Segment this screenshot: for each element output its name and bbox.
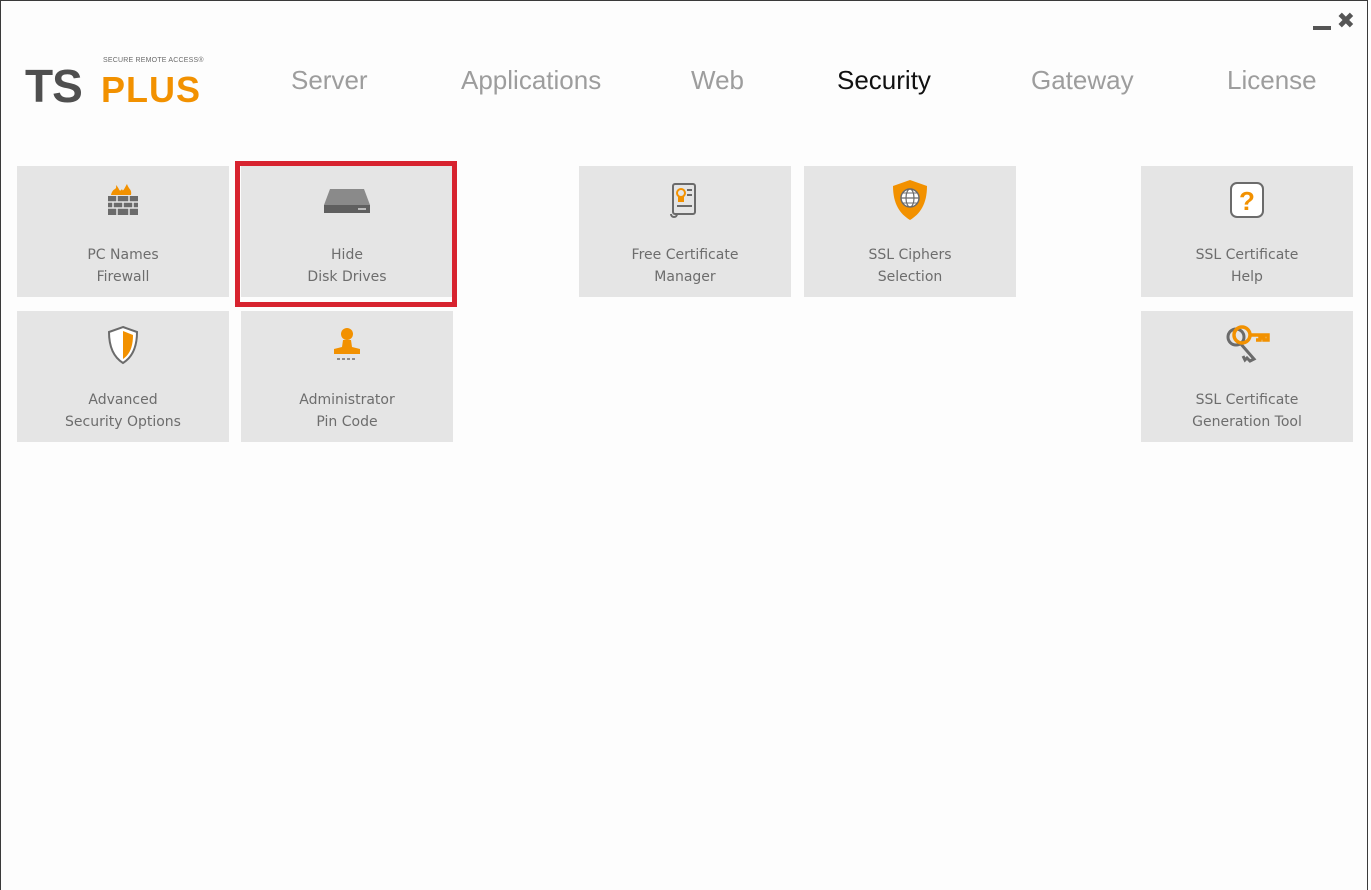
keys-icon — [1217, 323, 1277, 367]
app-window: ✖ TS SECURE REMOTE ACCESS® PLUS Server A… — [0, 0, 1368, 890]
tile-label-line2: Disk Drives — [307, 269, 387, 285]
tile-ssl-ciphers-selection[interactable]: SSL Ciphers Selection — [804, 166, 1016, 297]
tile-label-line1: Administrator — [299, 392, 395, 408]
tab-security[interactable]: Security — [837, 65, 931, 96]
tile-pc-names-firewall[interactable]: PC Names Firewall — [17, 166, 229, 297]
minimize-button[interactable] — [1312, 26, 1331, 30]
logo-tagline: SECURE REMOTE ACCESS® — [103, 57, 204, 64]
tile-label: SSL Ciphers Selection — [868, 244, 951, 288]
tile-administrator-pin-code[interactable]: Administrator Pin Code — [241, 311, 453, 442]
tab-applications[interactable]: Applications — [461, 65, 601, 96]
tile-label: SSL Certificate Generation Tool — [1192, 389, 1302, 433]
tile-label-line1: Hide — [331, 247, 363, 263]
shield-icon — [93, 323, 153, 367]
tile-label-line1: SSL Ciphers — [868, 247, 952, 263]
disk-drive-icon — [317, 178, 377, 222]
tab-server[interactable]: Server — [291, 65, 368, 96]
tile-label-line2: Help — [1231, 269, 1263, 285]
tile-label-line2: Manager — [654, 269, 716, 285]
firewall-icon — [93, 178, 153, 222]
tile-label-line2: Selection — [877, 269, 943, 285]
user-pin-icon — [317, 323, 377, 367]
tile-label-line2: Firewall — [96, 269, 150, 285]
tile-label-line1: SSL Certificate — [1195, 392, 1299, 408]
tile-label: SSL Certificate Help — [1196, 244, 1299, 288]
certificate-icon — [655, 178, 715, 222]
tile-label: PC Names Firewall — [87, 244, 158, 288]
tab-web[interactable]: Web — [691, 65, 744, 96]
tab-gateway[interactable]: Gateway — [1031, 65, 1134, 96]
window-controls: ✖ — [1312, 11, 1355, 33]
tile-label-line1: SSL Certificate — [1195, 247, 1299, 263]
tile-free-certificate-manager[interactable]: Free Certificate Manager — [579, 166, 791, 297]
tile-label: Free Certificate Manager — [632, 244, 739, 288]
tile-label-line2: Generation Tool — [1192, 414, 1302, 430]
tile-label-line2: Security Options — [65, 414, 181, 430]
tile-label-line1: Advanced — [88, 392, 158, 408]
help-icon: ? — [1217, 178, 1277, 222]
tab-license[interactable]: License — [1227, 65, 1317, 96]
close-button[interactable]: ✖ — [1337, 11, 1355, 33]
main-nav: Server Applications Web Security Gateway… — [1, 65, 1369, 105]
tile-ssl-certificate-generation-tool[interactable]: SSL Certificate Generation Tool — [1141, 311, 1353, 442]
svg-text:?: ? — [1239, 186, 1255, 216]
shield-globe-icon — [880, 178, 940, 222]
tile-advanced-security-options[interactable]: Advanced Security Options — [17, 311, 229, 442]
tile-label: Administrator Pin Code — [299, 389, 394, 433]
tile-label-line2: Pin Code — [316, 414, 378, 430]
tile-ssl-certificate-help[interactable]: ? SSL Certificate Help — [1141, 166, 1353, 297]
tile-hide-disk-drives[interactable]: Hide Disk Drives — [241, 166, 453, 297]
tile-label: Hide Disk Drives — [307, 244, 386, 288]
tile-label-line1: Free Certificate — [631, 247, 739, 263]
tile-label-line1: PC Names — [87, 247, 159, 263]
tile-label: Advanced Security Options — [65, 389, 181, 433]
